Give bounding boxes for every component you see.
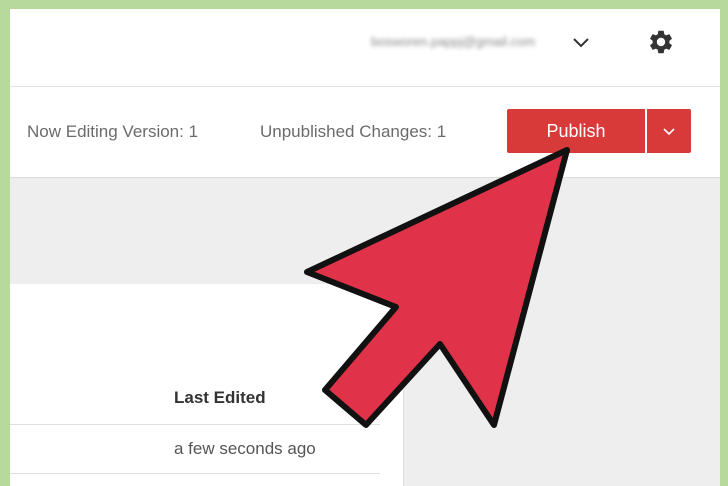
top-bar: bosworen.pappj@gmail.com: [10, 9, 720, 87]
publish-button-group: Publish: [507, 109, 691, 153]
app-window: bosworen.pappj@gmail.com Now Editing Ver…: [10, 9, 720, 486]
chevron-down-icon: [663, 128, 675, 136]
table-cell-last-edited: a few seconds ago: [174, 439, 316, 458]
editing-version-label: Now Editing Version: 1: [27, 122, 199, 141]
publish-button[interactable]: Publish: [507, 109, 645, 153]
publish-toolbar: Now Editing Version: 1 Unpublished Chang…: [10, 87, 720, 178]
versions-table-card: Last Edited a few seconds ago: [10, 284, 403, 486]
image-frame: bosworen.pappj@gmail.com Now Editing Ver…: [0, 0, 728, 486]
unpublished-changes-label: Unpublished Changes: 1: [260, 122, 447, 141]
publish-dropdown-button[interactable]: [647, 109, 691, 153]
account-email[interactable]: bosworen.pappj@gmail.com: [371, 34, 535, 49]
chevron-down-icon[interactable]: [570, 31, 592, 53]
row-divider: [10, 424, 380, 425]
gear-icon[interactable]: [647, 28, 675, 56]
column-header-last-edited: Last Edited: [174, 388, 266, 407]
row-divider: [10, 473, 380, 474]
